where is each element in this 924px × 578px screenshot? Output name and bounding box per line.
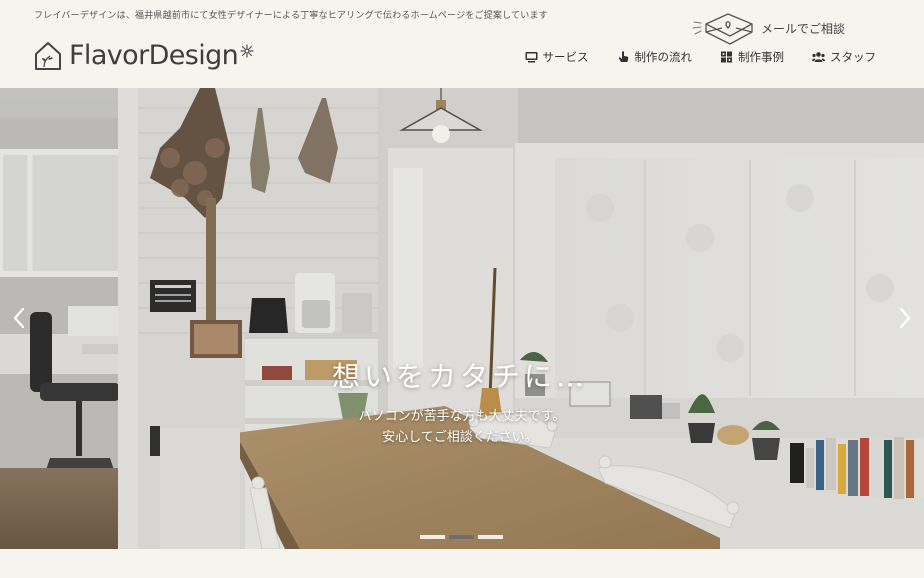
slider-prev-chevron-icon[interactable] bbox=[10, 303, 28, 333]
contact-label: メールでご相談 bbox=[761, 21, 846, 36]
hero-subtitle-line2: 安心してご相談ください。 bbox=[382, 430, 538, 445]
site-tagline: フレイバーデザインは、福井県越前市にて女性デザイナーによる丁寧なヒアリングで伝わ… bbox=[34, 11, 548, 21]
grid-icon bbox=[721, 51, 732, 63]
envelope-icon bbox=[692, 13, 753, 45]
mail-consult-link[interactable]: メールでご相談 bbox=[692, 10, 845, 46]
hero-title: 想いをカタチに… bbox=[331, 360, 588, 393]
site-header: フレイバーデザインは、福井県越前市にて女性デザイナーによる丁寧なヒアリングで伝わ… bbox=[0, 0, 924, 88]
house-logo-icon bbox=[35, 41, 61, 70]
slider-dot-2[interactable] bbox=[449, 535, 474, 539]
hero-subtitle-line1: パソコンが苦手な方も大丈夫です。 bbox=[358, 409, 566, 424]
logo-wordmark: FlavorDesign bbox=[69, 40, 239, 71]
hero-photo bbox=[0, 88, 924, 549]
slider-dot-3[interactable] bbox=[478, 535, 503, 539]
hand-pointer-icon bbox=[618, 51, 628, 62]
main-nav: サービス 制作の流れ 制作事例 スタッフ bbox=[525, 49, 876, 65]
users-icon bbox=[812, 52, 825, 62]
nav-label: 制作の流れ bbox=[634, 50, 693, 64]
monitor-icon bbox=[525, 52, 537, 63]
nav-label: スタッフ bbox=[830, 50, 876, 64]
slider-next-chevron-icon[interactable] bbox=[896, 303, 914, 333]
hero-slider: 想いをカタチに… パソコンが苦手な方も大丈夫です。 安心してご相談ください。 bbox=[0, 88, 924, 549]
nav-item-services[interactable]: サービス bbox=[525, 49, 589, 65]
site-logo[interactable]: FlavorDesign bbox=[34, 40, 255, 71]
nav-item-staff[interactable]: スタッフ bbox=[812, 49, 876, 65]
nav-label: 制作事例 bbox=[738, 50, 784, 64]
slider-dot-1[interactable] bbox=[420, 535, 445, 539]
slider-pagination bbox=[420, 535, 503, 539]
nav-label: サービス bbox=[542, 50, 589, 64]
page-bottom-band bbox=[0, 549, 924, 578]
nav-item-workflow[interactable]: 制作の流れ bbox=[617, 49, 693, 65]
flower-icon bbox=[240, 43, 254, 58]
nav-item-works[interactable]: 制作事例 bbox=[720, 49, 784, 65]
